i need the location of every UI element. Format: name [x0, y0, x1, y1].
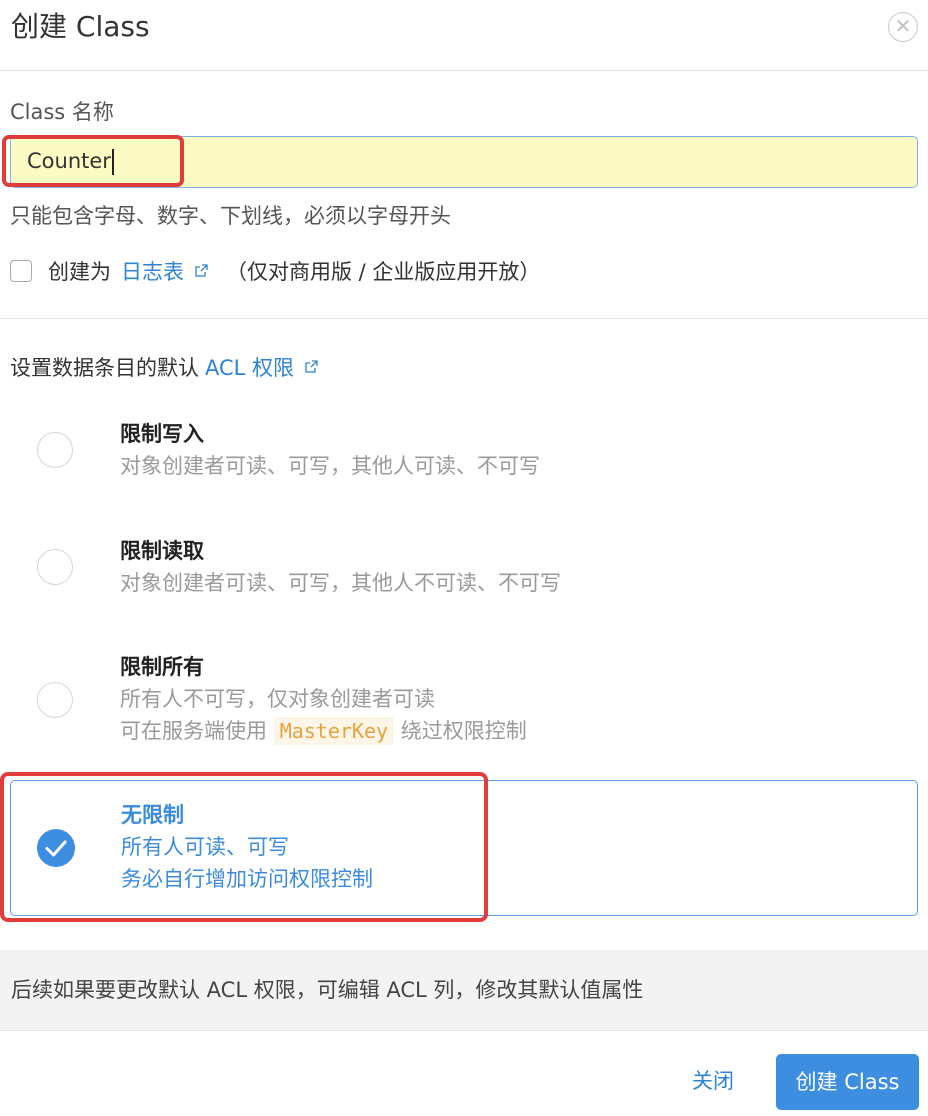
log-table-note: （仅对商用版 / 企业版应用开放） — [226, 260, 541, 284]
radio-button[interactable] — [37, 549, 73, 585]
close-icon[interactable]: ✕ — [888, 12, 918, 42]
radio-button[interactable] — [37, 432, 73, 468]
log-table-link[interactable]: 日志表 — [121, 256, 184, 286]
acl-option-desc-2: 务必自行增加访问权限控制 — [121, 867, 373, 891]
masterkey-code: MasterKey — [273, 717, 395, 745]
log-table-checkbox[interactable] — [10, 260, 32, 282]
acl-option-restrict-write[interactable]: 限制写入 对象创建者可读、可写，其他人可读、不可写 — [10, 410, 918, 510]
acl-option-title: 限制写入 — [120, 422, 204, 446]
class-name-hint: 只能包含字母、数字、下划线，必须以字母开头 — [10, 204, 451, 228]
external-link-icon[interactable] — [304, 360, 318, 374]
footer-divider — [0, 1030, 928, 1031]
desc-suffix: 绕过权限控制 — [400, 719, 527, 743]
acl-option-restrict-read[interactable]: 限制读取 对象创建者可读、可写，其他人不可读、不可写 — [10, 527, 918, 627]
acl-option-desc: 所有人可读、可写 — [121, 835, 289, 859]
external-link-icon[interactable] — [194, 264, 208, 278]
dialog-title: 创建 Class — [11, 10, 150, 43]
create-class-button[interactable]: 创建 Class — [776, 1054, 919, 1110]
acl-option-title: 限制所有 — [120, 655, 204, 679]
acl-option-unrestricted[interactable]: 无限制 所有人可读、可写 务必自行增加访问权限控制 — [10, 780, 918, 916]
acl-footnote: 后续如果要更改默认 ACL 权限，可编辑 ACL 列，修改其默认值属性 — [0, 950, 928, 1030]
acl-option-title: 限制读取 — [120, 539, 204, 563]
class-name-value: Counter — [27, 149, 111, 173]
acl-option-text: 限制所有 所有人不可写，仅对象创建者可读 可在服务端使用 MasterKey 绕… — [120, 651, 527, 747]
class-name-label: Class 名称 — [10, 100, 114, 124]
acl-option-desc: 对象创建者可读、可写，其他人可读、不可写 — [120, 454, 540, 478]
create-class-dialog: 创建 Class ✕ Class 名称 Counter 只能包含字母、数字、下划… — [0, 0, 928, 1116]
section-divider — [0, 318, 928, 319]
acl-option-desc-2: 可在服务端使用 MasterKey 绕过权限控制 — [120, 715, 527, 747]
acl-option-text: 无限制 所有人可读、可写 务必自行增加访问权限控制 — [121, 799, 373, 895]
radio-button-checked[interactable] — [37, 829, 75, 867]
acl-option-text: 限制写入 对象创建者可读、可写，其他人可读、不可写 — [120, 418, 540, 482]
acl-option-text: 限制读取 对象创建者可读、可写，其他人不可读、不可写 — [120, 535, 561, 599]
close-button[interactable]: 关闭 — [692, 1062, 734, 1100]
acl-heading-link[interactable]: ACL 权限 — [205, 352, 294, 382]
radio-button[interactable] — [37, 682, 73, 718]
text-caret — [111, 149, 114, 175]
acl-option-restrict-all[interactable]: 限制所有 所有人不可写，仅对象创建者可读 可在服务端使用 MasterKey 绕… — [10, 643, 918, 763]
acl-heading: 设置数据条目的默认 ACL 权限 — [10, 352, 336, 382]
desc-prefix: 可在服务端使用 — [120, 719, 267, 743]
acl-heading-text: 设置数据条目的默认 — [10, 356, 199, 380]
class-name-input[interactable]: Counter — [10, 136, 918, 188]
acl-option-desc: 所有人不可写，仅对象创建者可读 — [120, 687, 435, 711]
dialog-header: 创建 Class ✕ — [0, 0, 928, 71]
acl-option-desc: 对象创建者可读、可写，其他人不可读、不可写 — [120, 571, 561, 595]
checkmark-icon — [45, 840, 67, 857]
log-table-prefix: 创建为 — [48, 260, 111, 284]
acl-option-title: 无限制 — [121, 803, 184, 827]
log-table-row: 创建为 日志表 （仅对商用版 / 企业版应用开放） — [10, 255, 540, 287]
